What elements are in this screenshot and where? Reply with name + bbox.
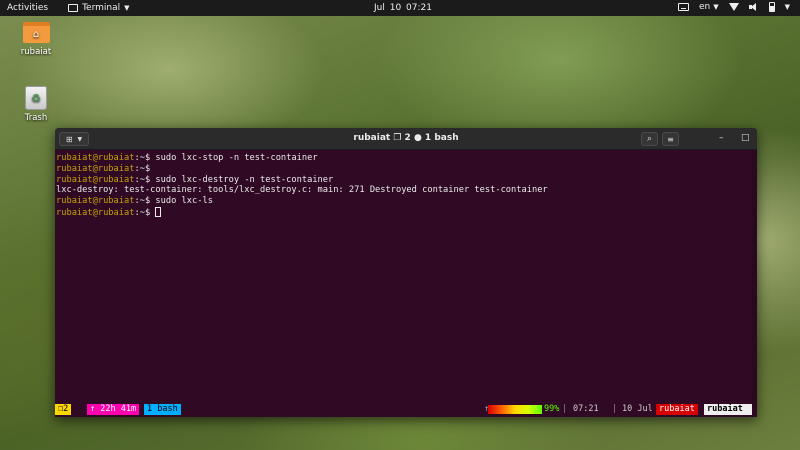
command-text: sudo lxc-destroy -n test-container	[155, 174, 334, 185]
desktop-icon-label: Trash	[24, 113, 48, 123]
tmux-separator: |	[612, 404, 618, 414]
terminal-line: rubaiat@rubaiat:~$ sudo lxc-destroy -n t…	[56, 175, 757, 186]
maximize-button[interactable]: □	[741, 133, 750, 143]
tmux-status-bar: ❐2 ↑ 22h 41m 1 bash ↑ 99% | 07:21 | 10 J…	[55, 404, 752, 415]
tmux-time: 07:21	[573, 404, 599, 414]
keyboard-icon[interactable]	[677, 3, 689, 11]
prompt-path: :~	[134, 153, 145, 163]
battery-gauge	[488, 405, 542, 414]
system-tray[interactable]: en ▼ ▼	[677, 2, 790, 12]
desktop-icon-trash[interactable]: ♻ Trash	[6, 86, 66, 123]
tmux-host: rubaiat	[704, 404, 752, 415]
prompt-symbol: $	[144, 163, 156, 174]
prompt-symbol: $	[144, 196, 156, 207]
terminal-output[interactable]: rubaiat@rubaiat:~$ sudo lxc-stop -n test…	[55, 151, 757, 417]
prompt-user: rubaiat@rubaiat	[56, 174, 135, 185]
language-label: en	[698, 2, 711, 12]
prompt-path: :~	[134, 174, 145, 185]
battery-icon[interactable]	[768, 2, 775, 12]
top-bar: Activities Terminal ▼ Jul 10 07:21 en ▼ …	[0, 0, 800, 16]
prompt-user: rubaiat@rubaiat	[56, 207, 135, 218]
terminal-output-line: lxc-destroy: test-container: tools/lxc_d…	[56, 185, 548, 196]
tmux-uptime: ↑ 22h 41m	[87, 404, 140, 415]
terminal-line: rubaiat@rubaiat:~$ sudo lxc-ls	[56, 196, 757, 207]
terminal-line: rubaiat@rubaiat:~$ sudo lxc-stop -n test…	[56, 153, 757, 164]
tmux-battery: 99%	[544, 404, 560, 414]
desktop-icon-home[interactable]: ⌂ rubaiat	[6, 22, 66, 57]
menu-button[interactable]: ≡	[662, 132, 679, 146]
trash-icon: ♻	[25, 86, 47, 110]
network-icon[interactable]	[728, 3, 739, 11]
terminal-line: rubaiat@rubaiat:~$	[56, 206, 757, 218]
prompt-user: rubaiat@rubaiat	[56, 163, 135, 174]
minimize-button[interactable]: –	[719, 133, 724, 143]
app-menu[interactable]: Terminal ▼	[68, 3, 130, 13]
volume-icon[interactable]	[748, 2, 759, 12]
terminal-titlebar[interactable]: ⊞ ▼ rubaiat ❐ 2 ● 1 bash ⌕ ≡ – □ ✕	[55, 128, 757, 150]
text-cursor	[155, 206, 162, 217]
search-icon: ⌕	[646, 134, 653, 144]
prompt-path: :~	[134, 196, 145, 207]
caret-down-icon: ▼	[124, 4, 130, 12]
command-text: sudo lxc-ls	[155, 196, 213, 207]
scrollbar[interactable]	[752, 151, 757, 408]
caret-down-icon: ▼	[713, 3, 719, 11]
home-folder-icon: ⌂	[22, 22, 50, 43]
command-text: sudo lxc-stop -n test-container	[155, 153, 318, 163]
terminal-line: rubaiat@rubaiat:~$	[56, 164, 757, 175]
prompt-user: rubaiat@rubaiat	[56, 196, 135, 207]
prompt-symbol: $	[144, 153, 156, 163]
prompt-symbol: $	[144, 207, 156, 218]
tmux-user: rubaiat	[656, 404, 698, 415]
hamburger-menu-icon: ≡	[667, 134, 674, 144]
tmux-window: 1 bash	[144, 404, 181, 415]
terminal-icon	[68, 4, 79, 12]
tmux-session: ❐2	[55, 404, 72, 415]
prompt-path: :~	[134, 207, 145, 218]
input-language-menu[interactable]: en ▼	[699, 2, 719, 12]
terminal-window[interactable]: ⊞ ▼ rubaiat ❐ 2 ● 1 bash ⌕ ≡ – □ ✕ rubai…	[55, 128, 757, 417]
prompt-path: :~	[134, 163, 145, 174]
activities-button[interactable]: Activities	[7, 3, 48, 13]
clock[interactable]: Jul 10 07:21	[374, 3, 432, 13]
tmux-date: 10 Jul	[622, 404, 653, 414]
system-menu-caret-icon[interactable]: ▼	[785, 3, 790, 11]
prompt-user: rubaiat@rubaiat	[56, 153, 135, 163]
search-button[interactable]: ⌕	[641, 132, 658, 146]
app-menu-label: Terminal	[82, 3, 121, 13]
desktop-icon-label: rubaiat	[20, 47, 52, 57]
prompt-symbol: $	[144, 174, 156, 185]
tmux-separator: |	[562, 404, 568, 414]
